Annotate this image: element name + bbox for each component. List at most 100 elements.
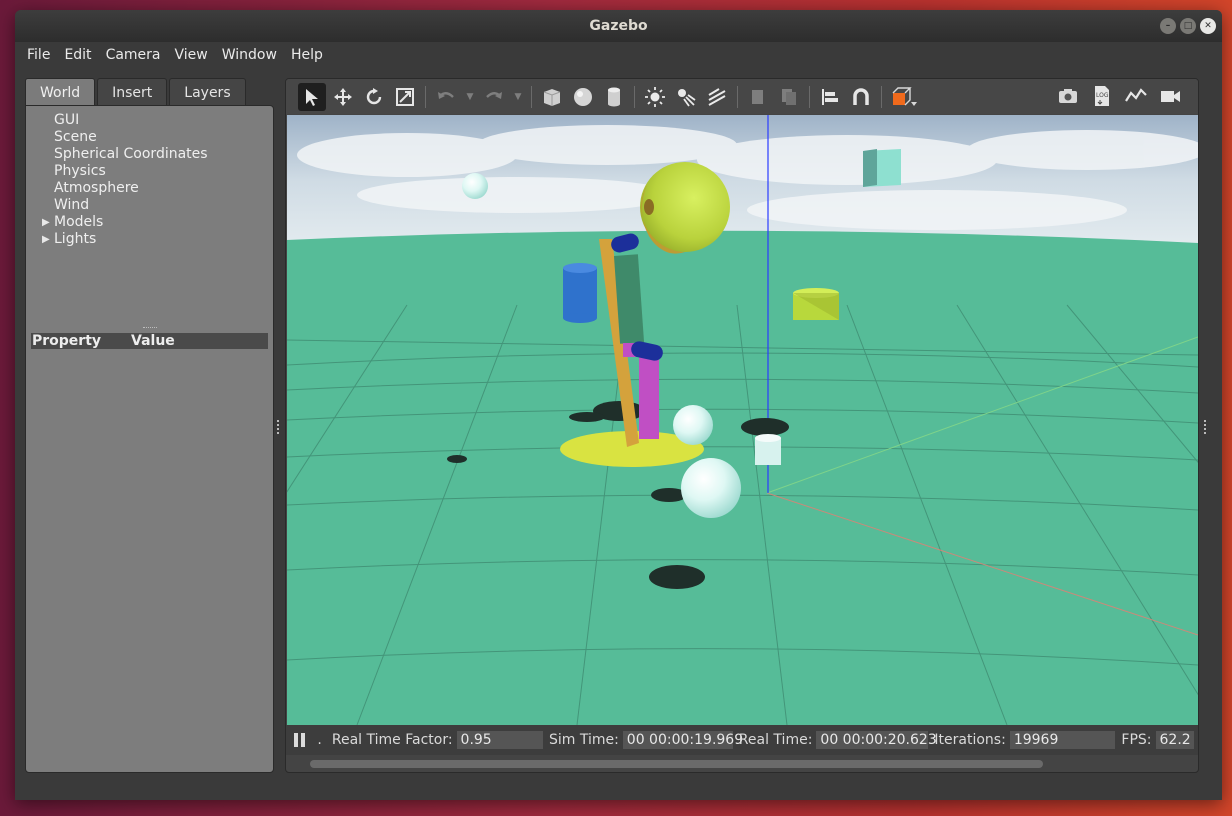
svg-text:LOG: LOG [1096,92,1109,99]
ground-plane [287,230,1198,725]
pause-icon[interactable] [294,733,307,747]
real-time-label: Real Time: [738,732,813,748]
toolbar-separator [531,85,532,108]
translate-icon[interactable] [329,83,357,111]
3d-scene-viewport[interactable] [287,115,1198,725]
toolbar-separator [634,85,635,108]
directional-light-icon[interactable] [703,83,731,111]
select-icon[interactable] [298,82,326,111]
render-panel: ▼ ▼ LOG . Real Time Factor: 0.95 Sim Tim… [285,78,1199,773]
undo-icon[interactable] [432,83,460,111]
panel-splitter-handle[interactable] [143,327,157,330]
view-angle-icon[interactable] [888,83,920,111]
robot-forearm [639,355,659,439]
tree-item-lights[interactable]: ▶ Lights [32,231,208,248]
status-bar: . Real Time Factor: 0.95 Sim Time: 00 00… [286,725,1198,755]
tree-item-label: Spherical Coordinates [54,146,208,162]
world-panel: GUI Scene Spherical Coordinates Physics … [25,105,274,773]
white-cylinder-top [755,434,781,442]
expand-arrow-icon[interactable]: ▶ [42,231,50,248]
undo-history-icon[interactable]: ▼ [463,83,477,111]
tree-item-label: GUI [54,112,80,128]
tree-item-label: Physics [54,163,106,179]
tree-item-label: Atmosphere [54,180,139,196]
toolbar-separator [881,85,882,108]
rtf-value: 0.95 [456,731,543,749]
record-icon[interactable] [1156,82,1184,110]
align-icon[interactable] [816,83,844,111]
white-cylinder-body [755,438,781,465]
iterations-value: 19969 [1009,731,1116,749]
log-icon[interactable]: LOG [1088,82,1116,110]
tree-item-label: Lights [54,231,97,247]
large-white-sphere [681,458,741,518]
blue-cylinder-bottom [563,313,597,323]
toolbar-separator [737,85,738,108]
tree-item-label: Wind [54,197,90,213]
snap-icon[interactable] [847,83,875,111]
teal-box-side [863,149,877,187]
screenshot-icon[interactable] [1054,82,1082,110]
expand-arrow-icon[interactable]: ▶ [42,214,50,231]
menu-view[interactable]: View [175,45,208,65]
tree-item-physics[interactable]: Physics [32,163,208,180]
status-scrollbar[interactable] [310,760,1043,768]
left-splitter-handle[interactable] [277,420,280,434]
tree-item-wind[interactable]: Wind [32,197,208,214]
window-title: Gazebo [589,18,648,34]
tab-world[interactable]: World [25,78,96,106]
right-splitter-handle[interactable] [1204,420,1207,434]
menu-file[interactable]: File [27,45,50,65]
box-icon[interactable] [538,83,566,111]
tab-layers[interactable]: Layers [169,78,246,106]
tree-item-label: Models [54,214,104,230]
menu-edit[interactable]: Edit [64,45,91,65]
point-light-icon[interactable] [641,83,669,111]
spot-light-icon[interactable] [672,83,700,111]
tree-item-spherical-coordinates[interactable]: Spherical Coordinates [32,146,208,163]
menu-camera[interactable]: Camera [106,45,161,65]
close-icon[interactable]: ✕ [1200,18,1216,34]
tree-item-atmosphere[interactable]: Atmosphere [32,180,208,197]
real-time-value: 00 00:00:20.623 [816,731,937,749]
yellow-sphere-spot [644,199,654,215]
fps-value: 62.2 [1155,731,1194,749]
tree-item-label: Scene [54,129,97,145]
sim-time-label: Sim Time: [548,732,619,748]
tree-item-gui[interactable]: GUI [32,112,208,129]
toolbar-separator [809,85,810,108]
copy-icon[interactable] [744,83,772,111]
title-bar[interactable]: Gazebo – □ ✕ [15,10,1222,42]
menu-window[interactable]: Window [222,45,277,65]
plot-icon[interactable] [1122,82,1150,110]
cylinder-icon[interactable] [600,83,628,111]
tab-insert[interactable]: Insert [97,78,168,106]
world-tree: GUI Scene Spherical Coordinates Physics … [32,112,208,248]
maximize-icon[interactable]: □ [1180,18,1196,34]
value-column-header: Value [131,333,175,349]
property-column-header: Property [32,333,102,349]
blue-cylinder-top [563,263,597,273]
menu-bar: File Edit Camera View Window Help [15,42,1222,68]
rotate-icon[interactable] [360,83,388,111]
sphere-icon[interactable] [569,83,597,111]
paste-icon[interactable] [775,83,803,111]
tree-item-models[interactable]: ▶ Models [32,214,208,231]
scale-icon[interactable] [391,83,419,111]
blue-cylinder-body [563,268,597,318]
left-tab-bar: World Insert Layers [25,78,246,106]
render-toolbar: ▼ ▼ LOG [286,79,1198,114]
redo-history-icon[interactable]: ▼ [511,83,525,111]
gazebo-window: Gazebo – □ ✕ File Edit Camera View Windo… [15,10,1222,800]
property-table-header: Property Value [31,333,268,349]
redo-icon[interactable] [480,83,508,111]
step-button[interactable]: . [317,732,321,748]
rtf-label: Real Time Factor: [331,732,453,748]
iterations-label: Iterations: [934,732,1006,748]
toolbar-separator [425,85,426,108]
minimize-icon[interactable]: – [1160,18,1176,34]
menu-help[interactable]: Help [291,45,323,65]
tree-item-scene[interactable]: Scene [32,129,208,146]
small-sphere-sky [462,173,488,199]
window-controls: – □ ✕ [1160,18,1216,34]
